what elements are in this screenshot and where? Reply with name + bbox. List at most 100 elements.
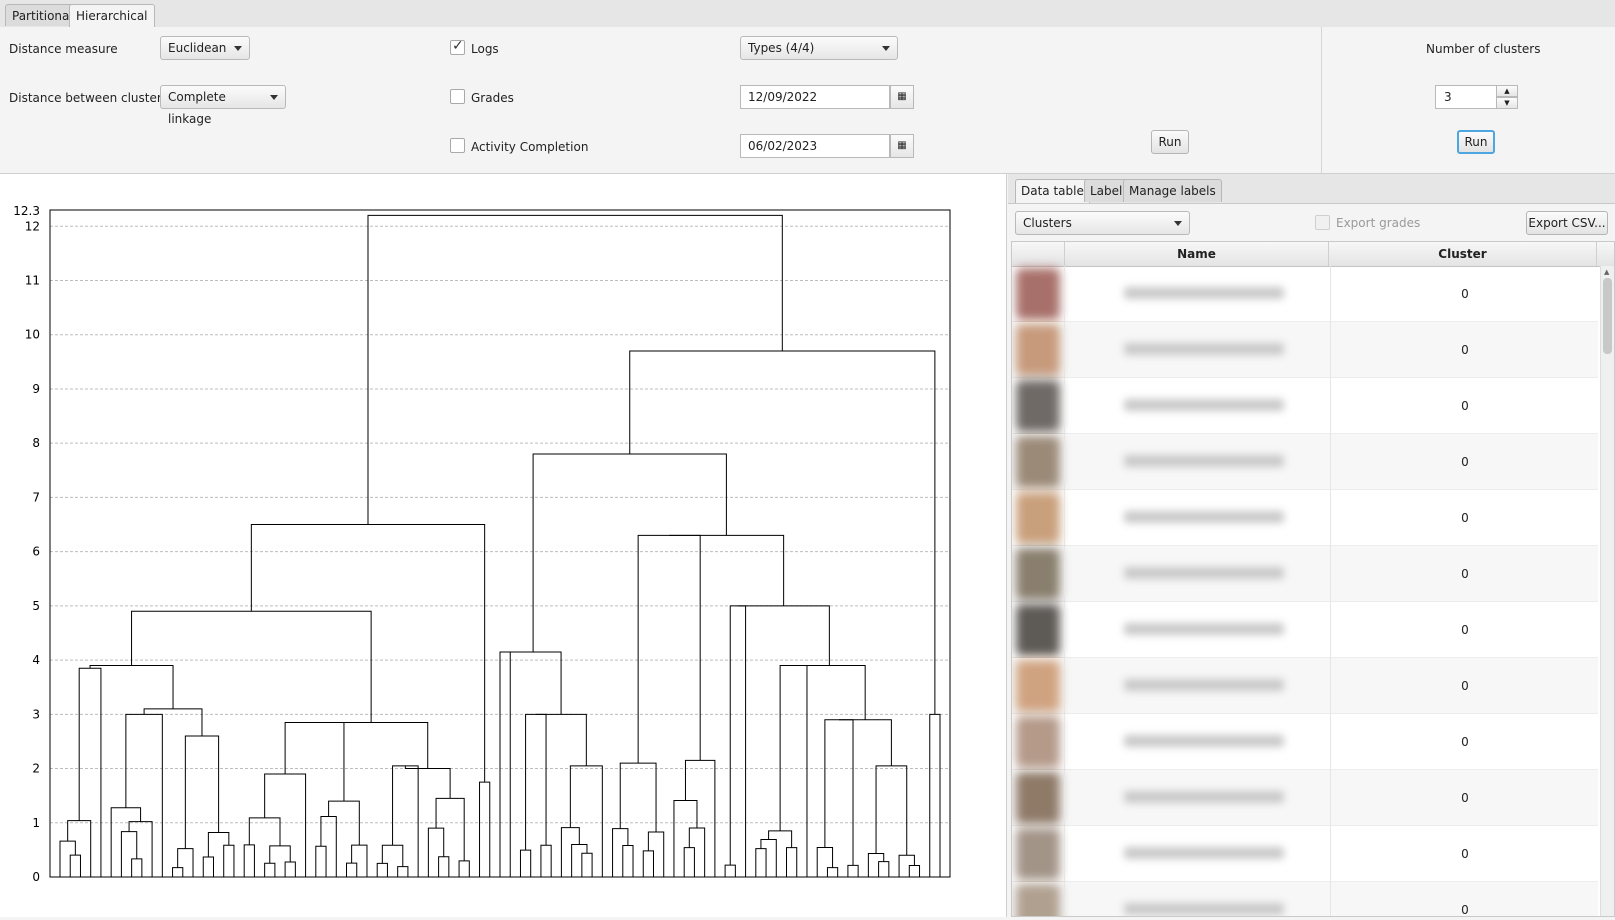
y-tick-label: 9 xyxy=(32,382,40,396)
student-name-redacted xyxy=(1124,455,1284,467)
chevron-down-icon xyxy=(234,46,242,51)
dendrogram-link xyxy=(458,860,470,877)
cluster-cell: 0 xyxy=(1330,714,1599,770)
dendrogram-link xyxy=(314,721,429,769)
avatar xyxy=(1016,380,1060,432)
distance-measure-label: Distance measure xyxy=(9,42,118,56)
cluster-cell: 0 xyxy=(1330,882,1599,916)
table-row[interactable]: 0 xyxy=(1012,378,1598,434)
column-header-avatar[interactable] xyxy=(1012,242,1065,266)
cluster-cell: 0 xyxy=(1330,434,1599,490)
results-tab-bar: Data table Label Manage labels xyxy=(1008,174,1615,204)
avatar xyxy=(1016,716,1060,768)
export-grades-checkbox[interactable] xyxy=(1315,215,1330,230)
column-divider xyxy=(1064,658,1065,714)
scrollbar-thumb[interactable] xyxy=(1603,278,1612,354)
dendrogram-link xyxy=(535,713,587,766)
table-row[interactable]: 0 xyxy=(1012,882,1599,916)
activity-completion-checkbox[interactable] xyxy=(450,138,465,153)
linkage-select[interactable]: Complete linkage xyxy=(160,85,286,126)
column-divider xyxy=(1064,602,1065,658)
dendrogram-link xyxy=(929,713,941,877)
dendrogram-link xyxy=(793,665,866,720)
cluster-count-input[interactable]: 3 xyxy=(1435,85,1497,109)
dendrogram-link xyxy=(427,827,445,877)
table-row[interactable]: 0 xyxy=(1012,602,1598,658)
cluster-cell: 0 xyxy=(1330,266,1599,322)
export-csv-button[interactable]: Export CSV... xyxy=(1526,211,1608,235)
table-header: Name Cluster xyxy=(1012,242,1614,267)
dendrogram-link xyxy=(284,861,296,877)
decrement-icon[interactable]: ▼ xyxy=(1496,97,1518,109)
dendrogram-link xyxy=(505,651,562,715)
dendrogram-link xyxy=(284,721,345,802)
tab-hierarchical[interactable]: Hierarchical xyxy=(69,4,155,28)
dendrogram-link xyxy=(67,820,92,877)
student-name-redacted xyxy=(1124,847,1284,859)
table-row[interactable]: 0 xyxy=(1012,490,1598,546)
column-header-name[interactable]: Name xyxy=(1065,242,1329,266)
distance-measure-select[interactable]: Euclidean xyxy=(160,36,250,60)
dendrogram-link xyxy=(875,765,908,856)
student-name-redacted xyxy=(1124,511,1284,523)
start-date-field[interactable]: 12/09/2022 xyxy=(740,85,890,109)
table-row[interactable]: 0 xyxy=(1012,546,1598,602)
distance-between-label: Distance between clusters xyxy=(9,91,169,105)
types-value: Types (4/4) xyxy=(748,41,815,55)
table-view-select[interactable]: Clusters xyxy=(1015,211,1190,235)
types-select[interactable]: Types (4/4) xyxy=(740,36,898,60)
avatar xyxy=(1016,436,1060,488)
tab-data-table[interactable]: Data table xyxy=(1015,179,1090,203)
table-scrollbar[interactable]: ▲ xyxy=(1600,266,1614,916)
dendrogram-link xyxy=(131,858,143,877)
table-row[interactable]: 0 xyxy=(1012,322,1598,378)
column-header-cluster[interactable]: Cluster xyxy=(1329,242,1597,266)
table-row[interactable]: 0 xyxy=(1012,658,1598,714)
logs-checkbox[interactable] xyxy=(450,38,465,55)
cluster-cell: 0 xyxy=(1330,378,1599,434)
y-tick-label: 4 xyxy=(32,653,40,667)
dendrogram-link xyxy=(202,856,214,877)
dendrogram-link xyxy=(571,844,588,877)
dendrogram-link xyxy=(367,214,783,525)
dendrogram-link xyxy=(89,665,174,709)
dendrogram-link xyxy=(397,866,409,877)
cluster-cell: 0 xyxy=(1330,322,1599,378)
chevron-down-icon xyxy=(1174,221,1182,226)
student-name-redacted xyxy=(1124,735,1284,747)
y-tick-label: 10 xyxy=(25,328,40,342)
scroll-up-icon[interactable]: ▲ xyxy=(1604,268,1609,276)
end-date-field[interactable]: 06/02/2023 xyxy=(740,134,890,158)
column-divider xyxy=(1064,322,1065,378)
table-row[interactable]: 0 xyxy=(1012,434,1598,490)
table-row[interactable]: 0 xyxy=(1012,266,1598,322)
tab-label[interactable]: Label xyxy=(1084,179,1129,202)
dendrogram-link xyxy=(569,765,603,877)
dendrogram-link xyxy=(438,856,450,877)
table-view-value: Clusters xyxy=(1023,216,1072,230)
table-row[interactable]: 0 xyxy=(1012,714,1598,770)
run-button[interactable]: Run xyxy=(1151,130,1189,154)
y-tick-label: 3 xyxy=(32,707,40,721)
grades-checkbox[interactable] xyxy=(450,89,465,104)
student-name-redacted xyxy=(1124,903,1284,915)
logs-label: Logs xyxy=(471,42,499,56)
dendrogram-link xyxy=(737,605,830,666)
increment-icon[interactable]: ▲ xyxy=(1496,85,1518,97)
dendrogram-link xyxy=(908,865,921,877)
calendar-icon[interactable]: ▦ xyxy=(890,134,914,158)
dendrogram-link xyxy=(824,719,854,866)
dendrogram-link xyxy=(320,816,337,877)
run-clusters-button[interactable]: Run xyxy=(1457,130,1495,154)
table-row[interactable]: 0 xyxy=(1012,826,1598,882)
calendar-icon[interactable]: ▦ xyxy=(890,85,914,109)
student-name-redacted xyxy=(1124,287,1284,299)
dendrogram-link xyxy=(328,800,360,846)
tab-manage-labels[interactable]: Manage labels xyxy=(1123,179,1222,202)
table-row[interactable]: 0 xyxy=(1012,770,1598,826)
dendrogram-link xyxy=(525,713,547,851)
dendrogram-link xyxy=(519,849,532,877)
y-max-label: 12.3 xyxy=(13,204,40,218)
column-divider xyxy=(1064,546,1065,602)
cluster-count-spinner: 3 ▲ ▼ xyxy=(1435,85,1519,109)
